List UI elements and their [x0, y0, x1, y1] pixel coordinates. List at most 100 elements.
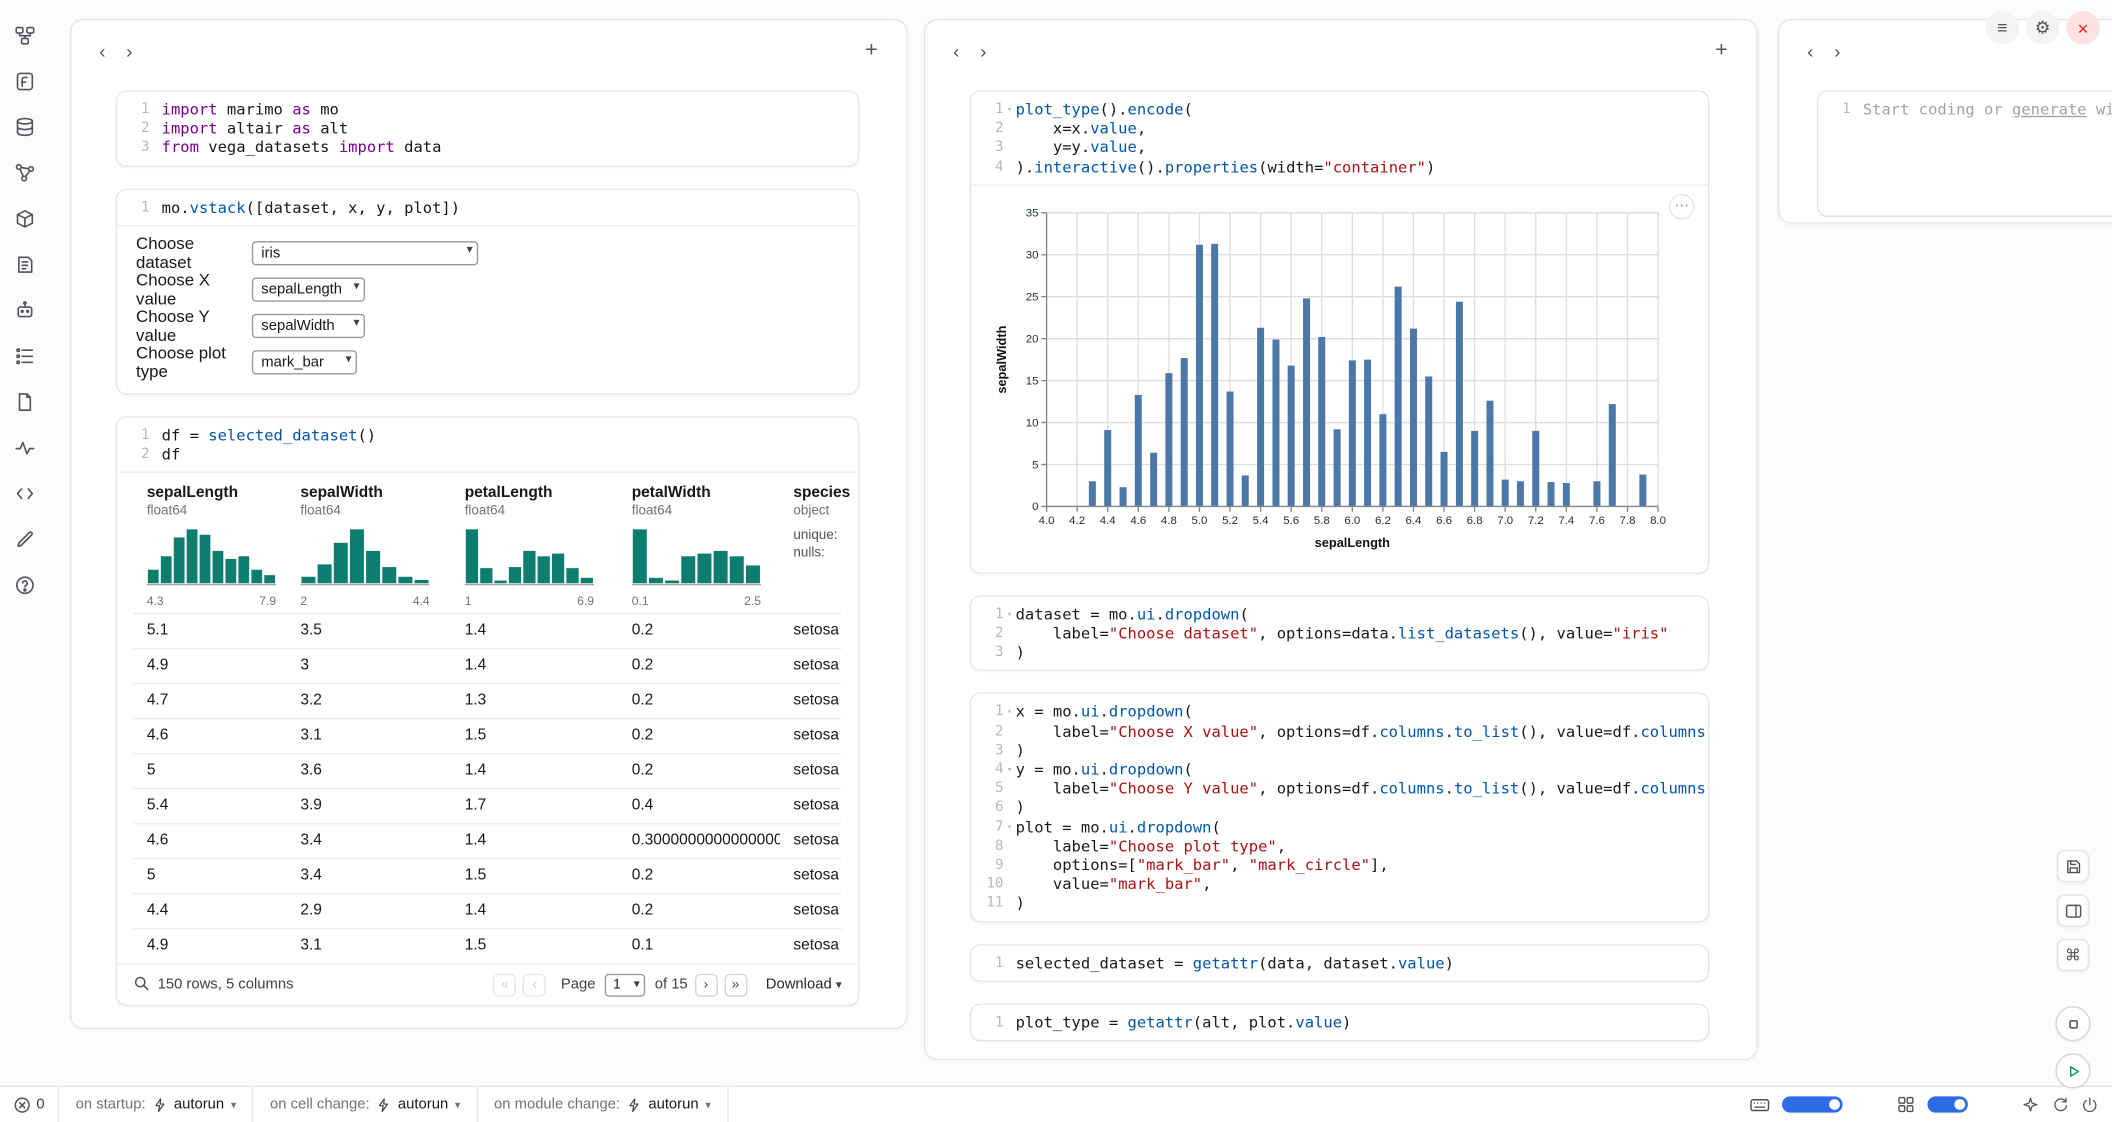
code-editor[interactable]: 1import marimo as mo2import altair as al… — [117, 92, 858, 166]
layout-toggle-button[interactable] — [2057, 894, 2089, 926]
code-line[interactable]: 5 label="Choose Y value", options=df.col… — [977, 779, 1698, 798]
keyboard-shortcuts-button[interactable] — [1750, 1094, 1770, 1114]
code-line[interactable]: 1import marimo as mo — [123, 100, 848, 119]
code-line[interactable]: 9 options=["mark_bar", "mark_circle"], — [977, 855, 1698, 874]
code-line[interactable]: 4).interactive().properties(width="conta… — [977, 157, 1698, 176]
code-line[interactable]: 6) — [977, 798, 1698, 817]
code-editor[interactable]: 1selected_dataset = getattr(data, datase… — [971, 945, 1708, 980]
save-button[interactable] — [2057, 850, 2089, 882]
packages-icon[interactable] — [9, 203, 39, 233]
logs-icon[interactable] — [9, 387, 39, 417]
outline-icon[interactable] — [9, 341, 39, 371]
code-line[interactable]: 1mo.vstack([dataset, x, y, plot]) — [123, 197, 848, 216]
code-line[interactable]: 1▾plot_type().encode( — [977, 100, 1698, 119]
page-select[interactable]: 1▾ — [605, 973, 645, 996]
on-cell-change-setting[interactable]: on cell change: autorun ▾ — [254, 1096, 477, 1112]
code-line[interactable]: 1▾dataset = mo.ui.dropdown( — [977, 605, 1698, 624]
on-startup-setting[interactable]: on startup: autorun ▾ — [59, 1096, 252, 1112]
code-line[interactable]: 11) — [977, 894, 1698, 913]
interrupt-button[interactable] — [2055, 1006, 2090, 1041]
width-slider[interactable] — [1782, 1096, 1843, 1112]
code-cell-plot-type[interactable]: 1plot_type = getattr(alt, plot.value) — [970, 1003, 1709, 1041]
code-line[interactable]: 2 x=x.value, — [977, 119, 1698, 138]
code-line[interactable]: 2import altair as alt — [123, 119, 848, 138]
file-explorer-icon[interactable] — [9, 20, 39, 50]
code-line[interactable]: 1plot_type = getattr(alt, plot.value) — [977, 1013, 1698, 1032]
code-line[interactable]: 1df = selected_dataset() — [123, 425, 848, 444]
chart-actions-button[interactable]: ⋯ — [1669, 194, 1695, 220]
code-line[interactable]: 8 label="Choose plot type", — [977, 836, 1698, 855]
errors-indicator[interactable]: 0 — [0, 1096, 58, 1114]
shutdown-button[interactable]: × — [2066, 11, 2100, 45]
dataset-select[interactable]: iris▾ — [252, 240, 478, 266]
first-page-button[interactable]: « — [493, 973, 516, 996]
dependencies-icon[interactable] — [9, 158, 39, 188]
refresh-button[interactable] — [2051, 1096, 2069, 1114]
ai-assistant-icon[interactable] — [9, 295, 39, 325]
menu-button[interactable]: ≡ — [1985, 11, 2019, 45]
table-column-header[interactable]: petalLengthfloat64 — [451, 485, 618, 519]
column-scroll-right-button[interactable]: › — [1824, 38, 1851, 65]
code-editor[interactable]: 1▾dataset = mo.ui.dropdown(2 label="Choo… — [971, 596, 1708, 670]
prev-page-button[interactable]: ‹ — [523, 973, 546, 996]
session-power-button[interactable] — [2081, 1096, 2099, 1114]
code-cell-vstack[interactable]: 1mo.vstack([dataset, x, y, plot]) Choose… — [116, 188, 860, 394]
last-page-button[interactable]: » — [724, 973, 747, 996]
empty-cell-editor[interactable]: 1 Start coding or generate with AI — [1818, 92, 2112, 127]
empty-code-cell[interactable]: 1 Start coding or generate with AI — [1817, 90, 2112, 217]
code-line[interactable]: 10 value="mark_bar", — [977, 874, 1698, 893]
add-cell-button[interactable]: + — [858, 38, 885, 65]
code-line[interactable]: 2df — [123, 445, 848, 464]
code-line[interactable]: 3) — [977, 643, 1698, 662]
code-editor[interactable]: 1mo.vstack([dataset, x, y, plot]) — [117, 189, 858, 224]
command-palette-button[interactable]: ⌘ — [2057, 939, 2089, 971]
table-column-header[interactable]: speciesobject — [780, 485, 858, 519]
documentation-icon[interactable] — [9, 249, 39, 279]
column-scroll-left-button[interactable]: ‹ — [943, 38, 970, 65]
on-module-change-setting[interactable]: on module change: autorun ▾ — [478, 1096, 727, 1112]
code-line[interactable]: 2 label="Choose dataset", options=data.l… — [977, 624, 1698, 643]
code-editor[interactable]: 1plot_type = getattr(alt, plot.value) — [971, 1005, 1708, 1040]
add-cell-button[interactable]: + — [1708, 38, 1735, 65]
altair-bar-chart[interactable]: 4.04.24.44.64.85.05.25.45.65.86.06.26.46… — [993, 199, 1666, 552]
generate-with-ai-link[interactable]: generate — [2012, 100, 2087, 119]
help-icon[interactable] — [9, 570, 39, 600]
datasources-icon[interactable] — [9, 112, 39, 142]
next-page-button[interactable]: › — [694, 973, 717, 996]
table-column-header[interactable]: sepalWidthfloat64 — [287, 485, 451, 519]
grid-view-button[interactable] — [1896, 1095, 1915, 1114]
minimap-toggle[interactable] — [1927, 1096, 1967, 1112]
snippets-icon[interactable] — [9, 478, 39, 508]
plot-type-select[interactable]: mark_bar▾ — [252, 349, 357, 375]
scratchpad-icon[interactable] — [9, 524, 39, 554]
run-all-button[interactable] — [2055, 1053, 2090, 1088]
code-cell-dataset-dropdown[interactable]: 1▾dataset = mo.ui.dropdown(2 label="Choo… — [970, 595, 1709, 671]
ai-features-button[interactable] — [2022, 1096, 2040, 1114]
code-line[interactable]: 3) — [977, 741, 1698, 760]
y-value-select[interactable]: sepalWidth▾ — [252, 313, 365, 339]
column-scroll-right-button[interactable]: › — [970, 38, 997, 65]
code-cell-chart[interactable]: 1▾plot_type().encode(2 x=x.value,3 y=y.v… — [970, 90, 1709, 573]
search-icon[interactable] — [133, 975, 149, 995]
code-line[interactable]: 4▾y = mo.ui.dropdown( — [977, 760, 1698, 779]
table-column-header[interactable]: sepalLengthfloat64 — [133, 485, 287, 519]
tracing-icon[interactable] — [9, 432, 39, 462]
settings-button[interactable]: ⚙ — [2026, 11, 2060, 45]
code-line[interactable]: 2 label="Choose X value", options=df.col… — [977, 721, 1698, 740]
table-column-header[interactable]: petalWidthfloat64 — [618, 485, 780, 519]
column-scroll-left-button[interactable]: ‹ — [89, 38, 116, 65]
marimo-file-icon[interactable] — [9, 66, 39, 96]
code-line[interactable]: 7▾plot = mo.ui.dropdown( — [977, 817, 1698, 836]
code-cell-xy-plot-dropdowns[interactable]: 1▾x = mo.ui.dropdown(2 label="Choose X v… — [970, 693, 1709, 922]
column-scroll-left-button[interactable]: ‹ — [1797, 38, 1824, 65]
x-value-select[interactable]: sepalLength▾ — [252, 277, 365, 303]
column-scroll-right-button[interactable]: › — [116, 38, 143, 65]
code-editor[interactable]: 1▾x = mo.ui.dropdown(2 label="Choose X v… — [971, 694, 1708, 921]
code-cell-selected-dataset[interactable]: 1selected_dataset = getattr(data, datase… — [970, 944, 1709, 982]
code-cell-dataframe[interactable]: 1df = selected_dataset()2df sepalLengthf… — [116, 416, 860, 1007]
code-line[interactable]: 3 y=y.value, — [977, 138, 1698, 157]
code-line[interactable]: 3from vega_datasets import data — [123, 138, 848, 157]
code-editor[interactable]: 1▾plot_type().encode(2 x=x.value,3 y=y.v… — [971, 92, 1708, 185]
code-line[interactable]: 1selected_dataset = getattr(data, datase… — [977, 953, 1698, 972]
download-button[interactable]: Download ▾ — [766, 977, 842, 993]
